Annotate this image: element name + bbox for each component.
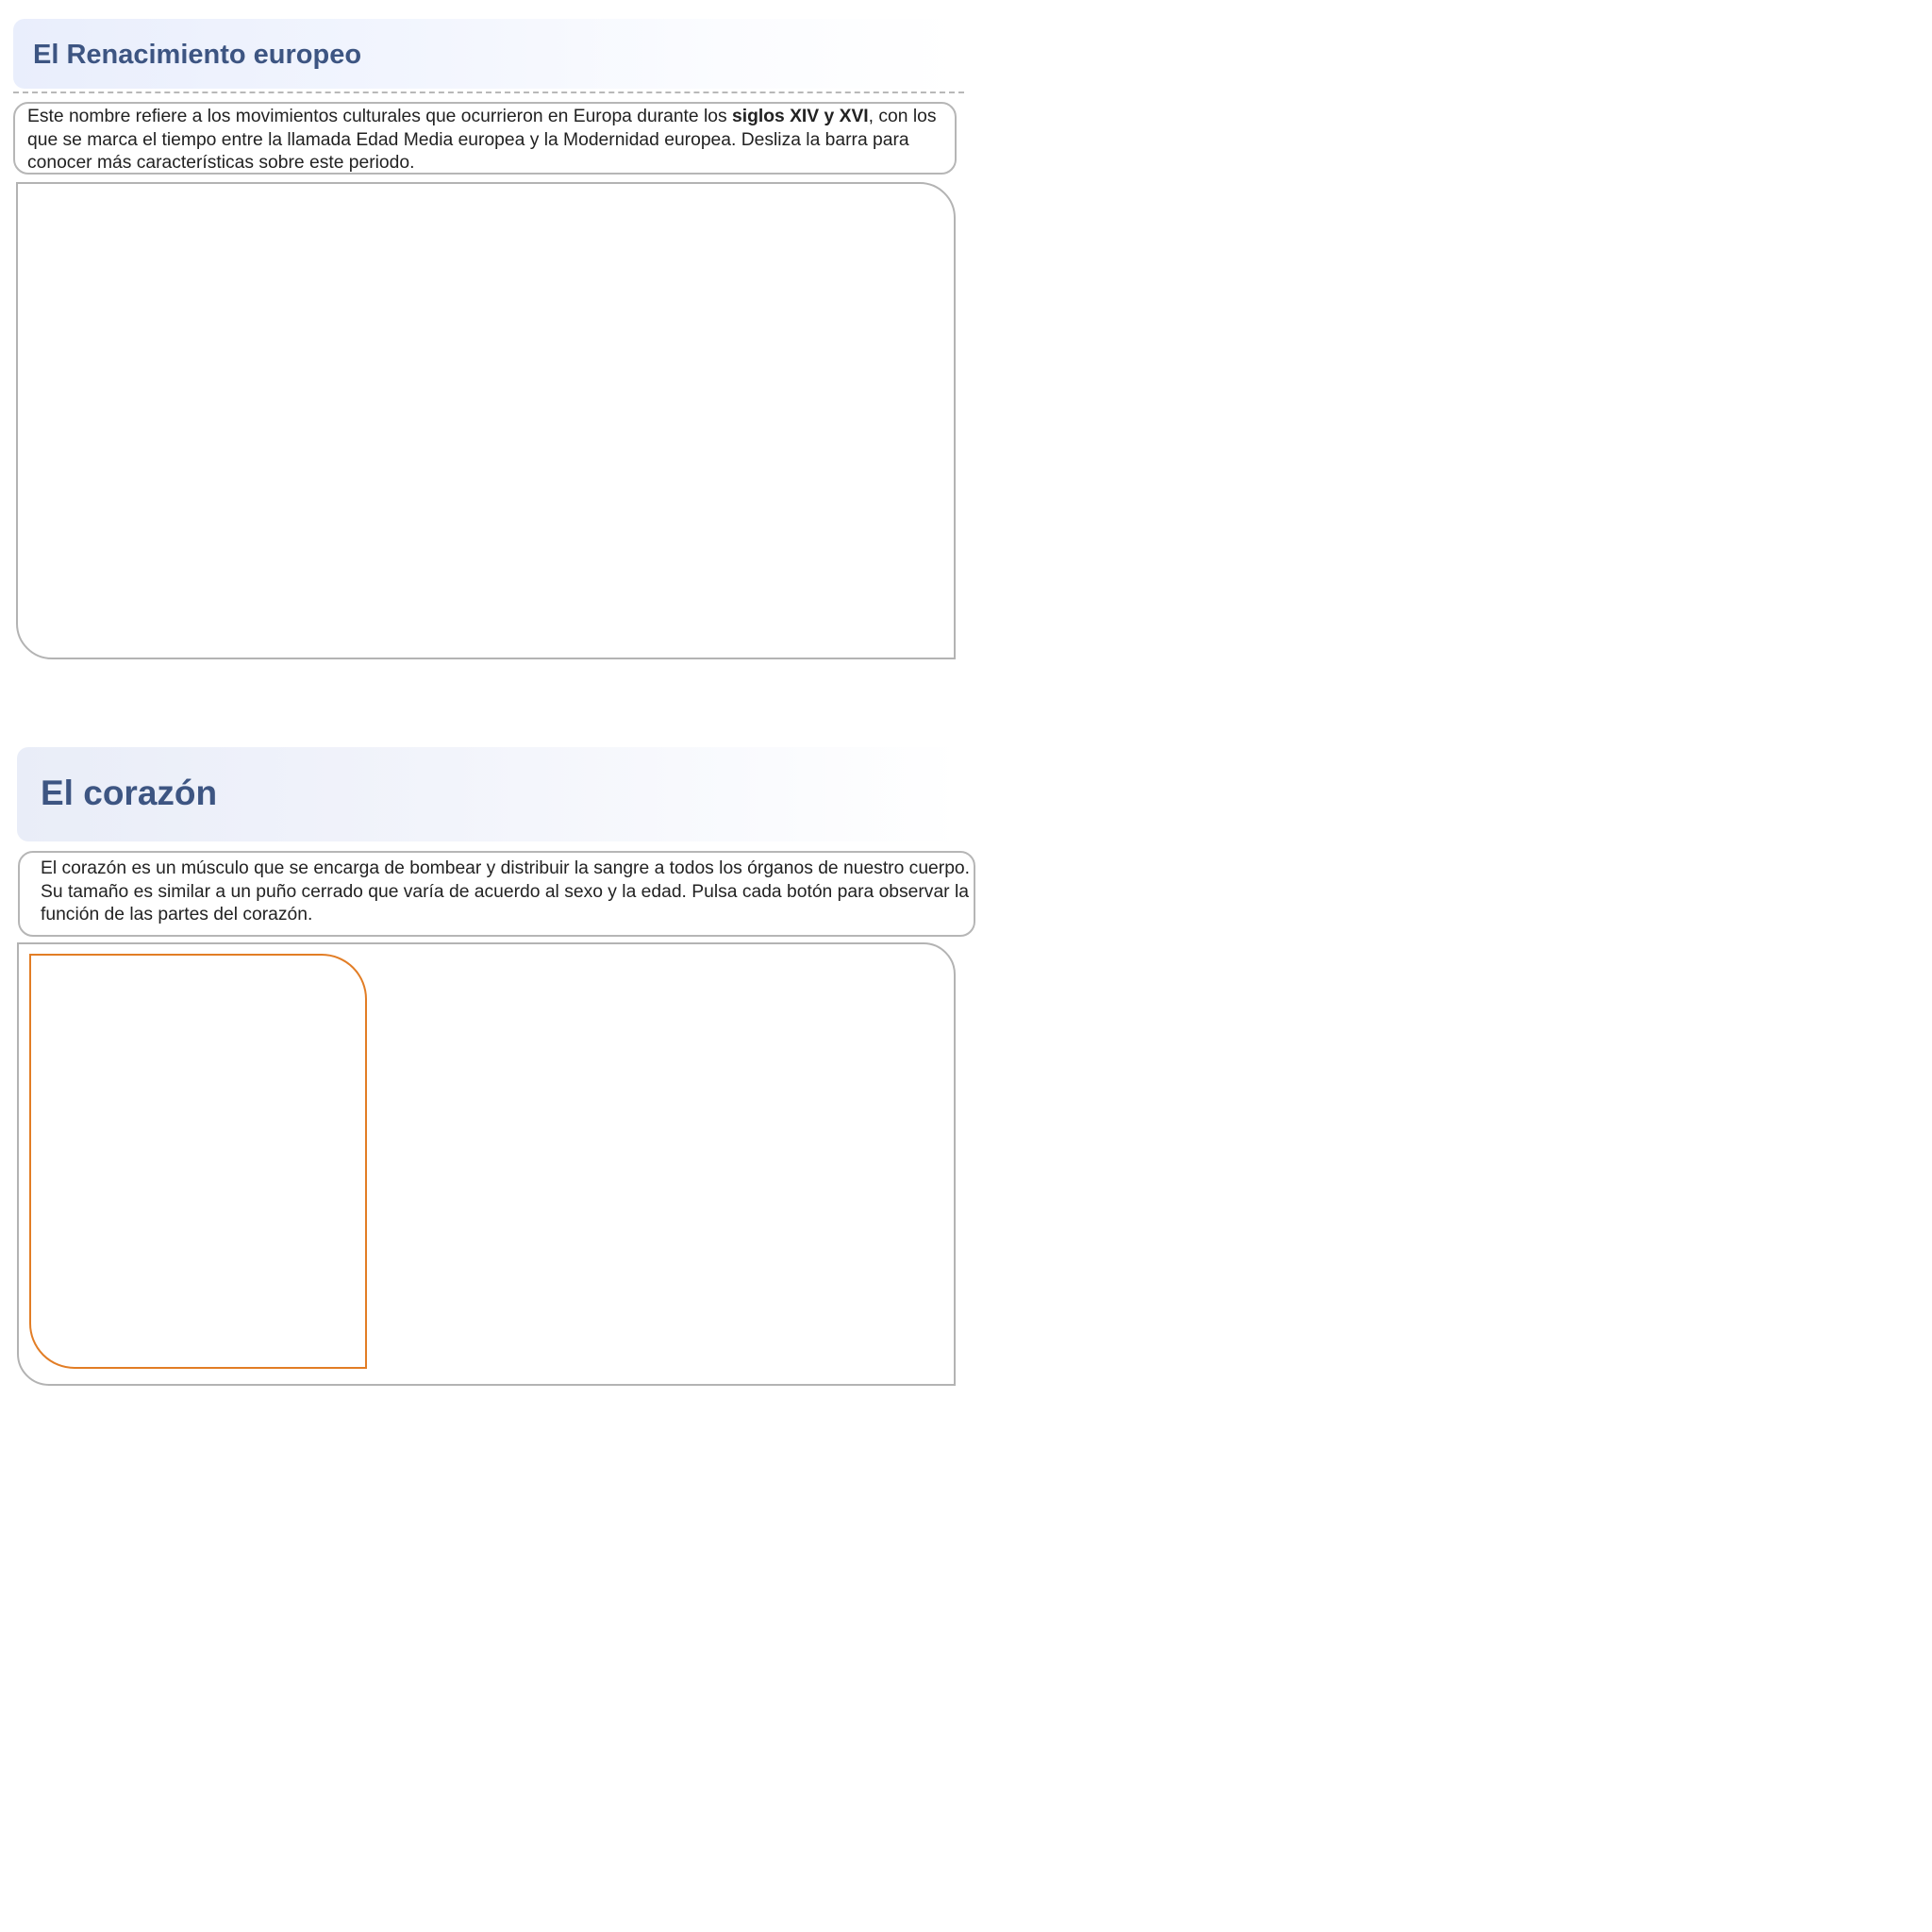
corazon-title: El corazón: [41, 774, 218, 812]
corazon-description: El corazón es un músculo que se encarga …: [18, 851, 975, 937]
corazon-interactive-panel: [17, 942, 956, 1386]
renacimiento-description: Este nombre refiere a los movimientos cu…: [13, 102, 957, 175]
renacimiento-description-text-before: Este nombre refiere a los movimientos cu…: [27, 107, 732, 126]
renacimiento-description-bold: siglos XIV y XVI: [732, 107, 869, 126]
corazon-image-frame[interactable]: [29, 954, 367, 1369]
renacimiento-slider-panel[interactable]: [16, 182, 956, 659]
renacimiento-title: El Renacimiento europeo: [33, 40, 362, 70]
renacimiento-header: El Renacimiento europeo: [13, 19, 960, 89]
corazon-header: El corazón: [17, 747, 960, 841]
renacimiento-divider: [13, 92, 964, 93]
